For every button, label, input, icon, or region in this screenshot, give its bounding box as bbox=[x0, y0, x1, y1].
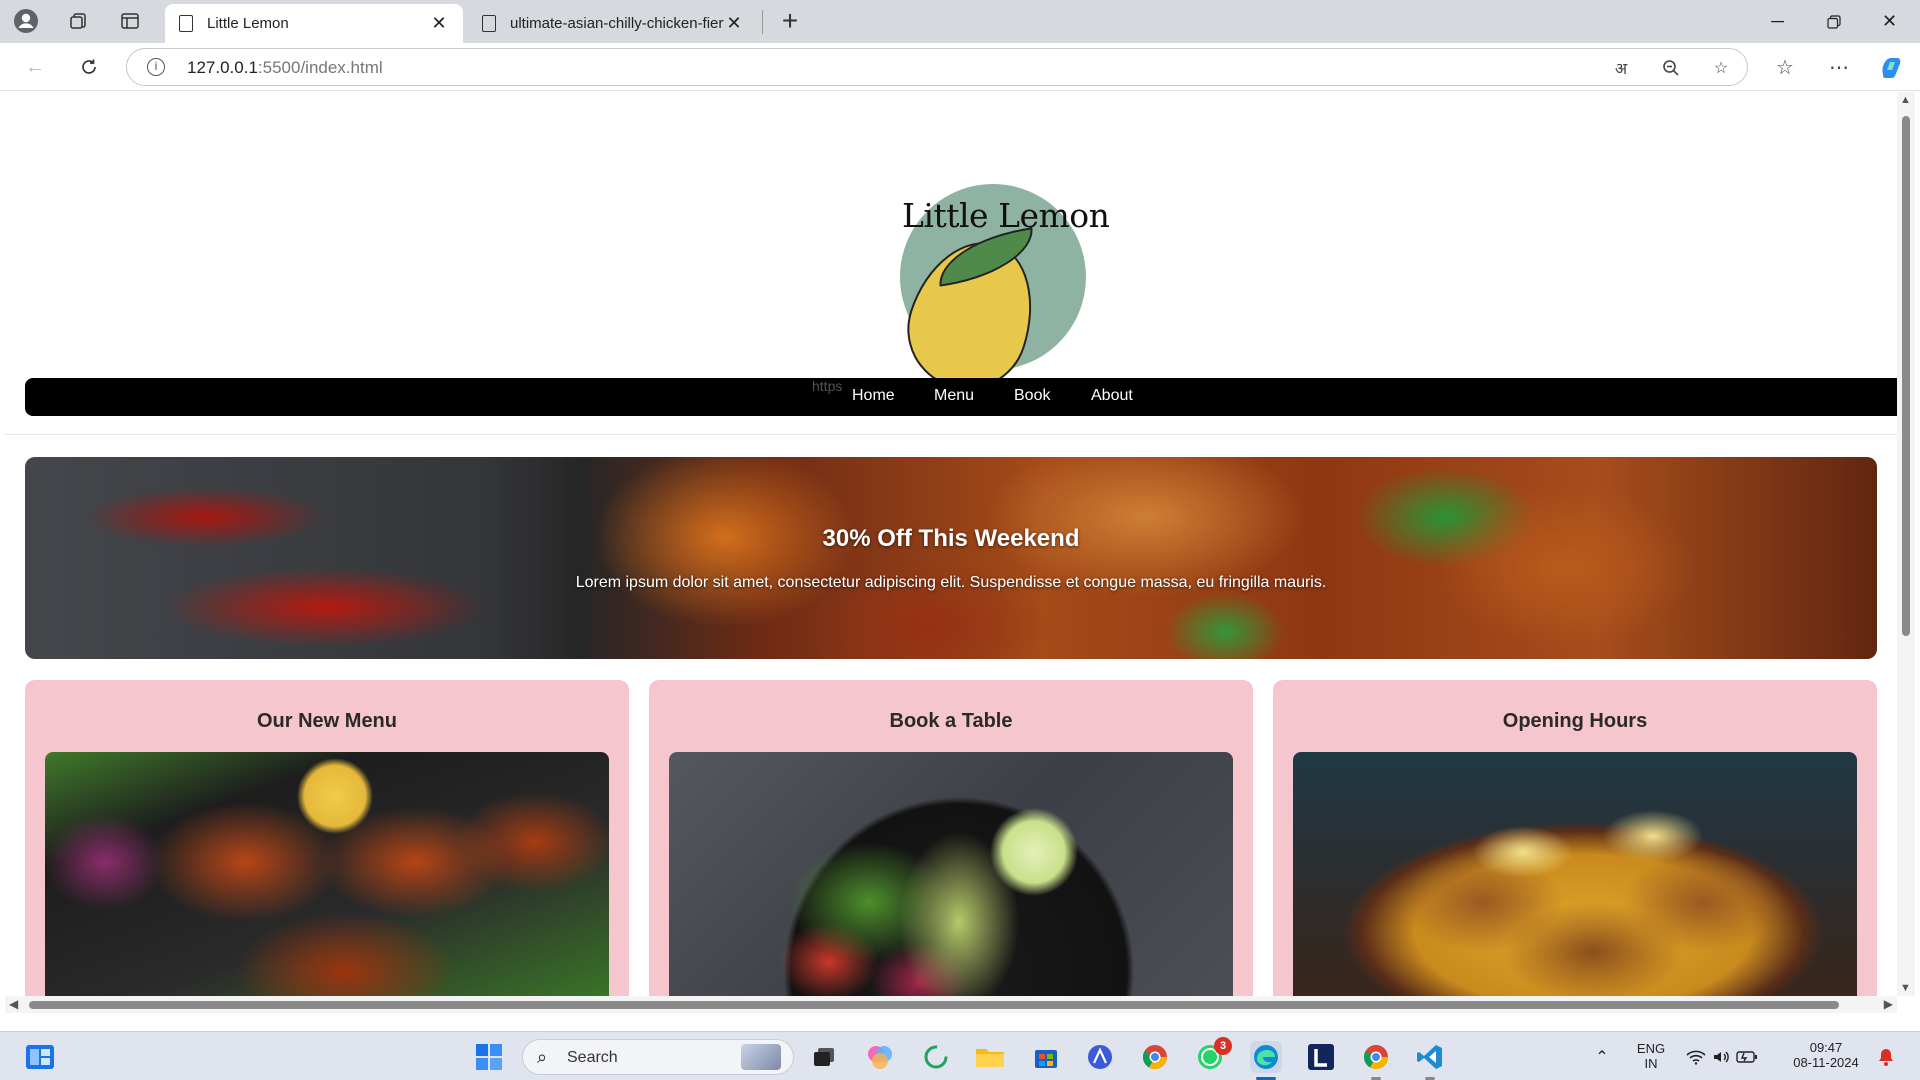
card-title: Opening Hours bbox=[1502, 710, 1648, 732]
hero-overlay bbox=[25, 457, 1877, 659]
clock[interactable]: 09:47 08-11-2024 bbox=[1782, 1040, 1870, 1070]
language-code: ENG bbox=[1636, 1041, 1666, 1056]
clock-time: 09:47 bbox=[1809, 1040, 1843, 1055]
horizontal-scrollbar[interactable]: ◀ ▶ bbox=[5, 996, 1897, 1013]
scroll-down-icon[interactable]: ▼ bbox=[1900, 982, 1911, 994]
vertical-scrollbar[interactable]: ▲ ▼ bbox=[1897, 92, 1915, 996]
clock-date: 08-11-2024 bbox=[1793, 1055, 1859, 1070]
address-bar[interactable]: i 127.0.0.1:5500/index.html अ ☆ bbox=[126, 48, 1748, 86]
windows-taskbar: ⌕ Search 3 ⌃ ENG IN 09:47 08-11-2024 bbox=[0, 1031, 1920, 1080]
close-icon[interactable]: ✕ bbox=[724, 13, 744, 34]
edge-icon[interactable] bbox=[1250, 1041, 1282, 1080]
nav-menu[interactable]: Menu bbox=[934, 387, 974, 405]
whatsapp-icon[interactable]: 3 bbox=[1194, 1037, 1232, 1073]
card-new-menu: Our New Menu bbox=[25, 680, 629, 996]
page-icon bbox=[179, 15, 193, 32]
main-nav: https Home Menu Book About bbox=[25, 378, 1897, 416]
quick-settings[interactable] bbox=[1680, 1041, 1764, 1073]
widgets-icon[interactable] bbox=[24, 1041, 56, 1073]
more-icon[interactable]: ⋯ bbox=[1824, 52, 1854, 82]
notification-bell-icon[interactable] bbox=[1870, 1041, 1902, 1073]
search-label: Search bbox=[567, 1049, 618, 1066]
logo-text: Little Lemon bbox=[902, 196, 1110, 235]
hero-text: Lorem ipsum dolor sit amet, consectetur … bbox=[575, 574, 1327, 591]
scroll-up-icon[interactable]: ▲ bbox=[1900, 94, 1911, 106]
wifi-icon bbox=[1686, 1050, 1706, 1065]
zoom-icon[interactable] bbox=[1657, 54, 1685, 82]
minimize-icon[interactable]: ─ bbox=[1750, 0, 1805, 43]
chrome-icon[interactable] bbox=[1139, 1041, 1171, 1073]
store-icon[interactable] bbox=[1030, 1041, 1062, 1073]
app-launcher-icon[interactable] bbox=[1084, 1041, 1116, 1073]
tab-separator bbox=[762, 10, 763, 34]
nav-book[interactable]: Book bbox=[1014, 387, 1050, 405]
tab-label: ultimate-asian-chilly-chicken-fiery bbox=[510, 15, 724, 32]
tab-actions-icon[interactable] bbox=[114, 6, 146, 36]
tab-little-lemon[interactable]: Little Lemon ✕ bbox=[165, 4, 463, 43]
url-text[interactable]: 127.0.0.1:5500/index.html bbox=[187, 58, 383, 78]
region-code: IN bbox=[1644, 1056, 1658, 1071]
task-view-icon[interactable] bbox=[808, 1041, 840, 1073]
favorites-icon[interactable]: ☆ bbox=[1770, 52, 1800, 82]
nav-about[interactable]: About bbox=[1091, 387, 1133, 405]
scrollbar-thumb[interactable] bbox=[1902, 116, 1910, 636]
volume-icon bbox=[1714, 1051, 1729, 1063]
workspaces-icon[interactable] bbox=[62, 6, 94, 36]
profile-icon[interactable] bbox=[10, 6, 42, 36]
biryani-image bbox=[1293, 752, 1857, 996]
reload-icon[interactable] bbox=[74, 52, 104, 82]
site-info-icon[interactable]: i bbox=[147, 58, 165, 76]
hero-banner: 30% Off This Weekend Lorem ipsum dolor s… bbox=[25, 457, 1877, 659]
refresh-app-icon[interactable] bbox=[920, 1041, 952, 1073]
new-tab-icon[interactable]: + bbox=[775, 7, 805, 35]
card-title: Book a Table bbox=[889, 710, 1013, 732]
restore-icon[interactable] bbox=[1806, 0, 1861, 43]
close-icon[interactable]: ✕ bbox=[429, 13, 449, 34]
browser-tab-bar: Little Lemon ✕ ultimate-asian-chilly-chi… bbox=[0, 0, 1920, 43]
notification-badge: 3 bbox=[1214, 1037, 1232, 1055]
taskbar-search[interactable]: ⌕ Search bbox=[522, 1039, 794, 1075]
salad-image bbox=[669, 752, 1233, 996]
hero-title: 30% Off This Weekend bbox=[822, 525, 1080, 552]
scroll-left-icon[interactable]: ◀ bbox=[9, 997, 18, 1011]
card-title: Our New Menu bbox=[256, 710, 397, 732]
copilot-taskbar-icon[interactable] bbox=[864, 1041, 896, 1073]
site-logo[interactable]: Little Lemon bbox=[860, 132, 1110, 405]
read-aloud-icon[interactable]: अ bbox=[1607, 54, 1635, 82]
tab-label: Little Lemon bbox=[207, 15, 289, 32]
favorite-star-icon[interactable]: ☆ bbox=[1707, 54, 1735, 82]
back-icon[interactable]: ← bbox=[20, 52, 50, 82]
url-host: 127.0.0.1 bbox=[187, 58, 258, 77]
search-icon: ⌕ bbox=[537, 1047, 548, 1067]
tray-chevron-icon[interactable]: ⌃ bbox=[1586, 1041, 1618, 1073]
copilot-icon[interactable] bbox=[1876, 52, 1906, 82]
chrome-profile-icon[interactable] bbox=[1360, 1041, 1392, 1080]
card-opening-hours: Opening Hours bbox=[1273, 680, 1877, 996]
browser-toolbar: ← i 127.0.0.1:5500/index.html अ ☆ ☆ ⋯ bbox=[0, 43, 1920, 91]
card-book-table: Book a Table bbox=[649, 680, 1253, 996]
broken-image-alt: https bbox=[812, 378, 843, 394]
tab-chicken-image[interactable]: ultimate-asian-chilly-chicken-fiery ✕ bbox=[468, 4, 758, 43]
scrollbar-thumb[interactable] bbox=[29, 1001, 1839, 1009]
nav-home[interactable]: Home bbox=[852, 387, 895, 405]
search-highlight-image bbox=[741, 1044, 781, 1070]
header-divider bbox=[5, 434, 1897, 435]
window-close-icon[interactable]: ✕ bbox=[1862, 0, 1917, 43]
file-explorer-icon[interactable] bbox=[974, 1041, 1006, 1073]
input-language[interactable]: ENG IN bbox=[1632, 1041, 1670, 1071]
scroll-right-icon[interactable]: ▶ bbox=[1884, 997, 1893, 1011]
vscode-icon[interactable] bbox=[1414, 1041, 1446, 1080]
url-path: :5500/index.html bbox=[257, 58, 383, 77]
fish-fry-image bbox=[45, 752, 609, 996]
start-icon[interactable] bbox=[473, 1041, 505, 1073]
l-app-icon[interactable] bbox=[1305, 1041, 1337, 1073]
battery-icon bbox=[1736, 1051, 1757, 1063]
page-viewport: Little Lemon https Home Menu Book About … bbox=[5, 92, 1897, 996]
page-icon bbox=[482, 15, 496, 32]
